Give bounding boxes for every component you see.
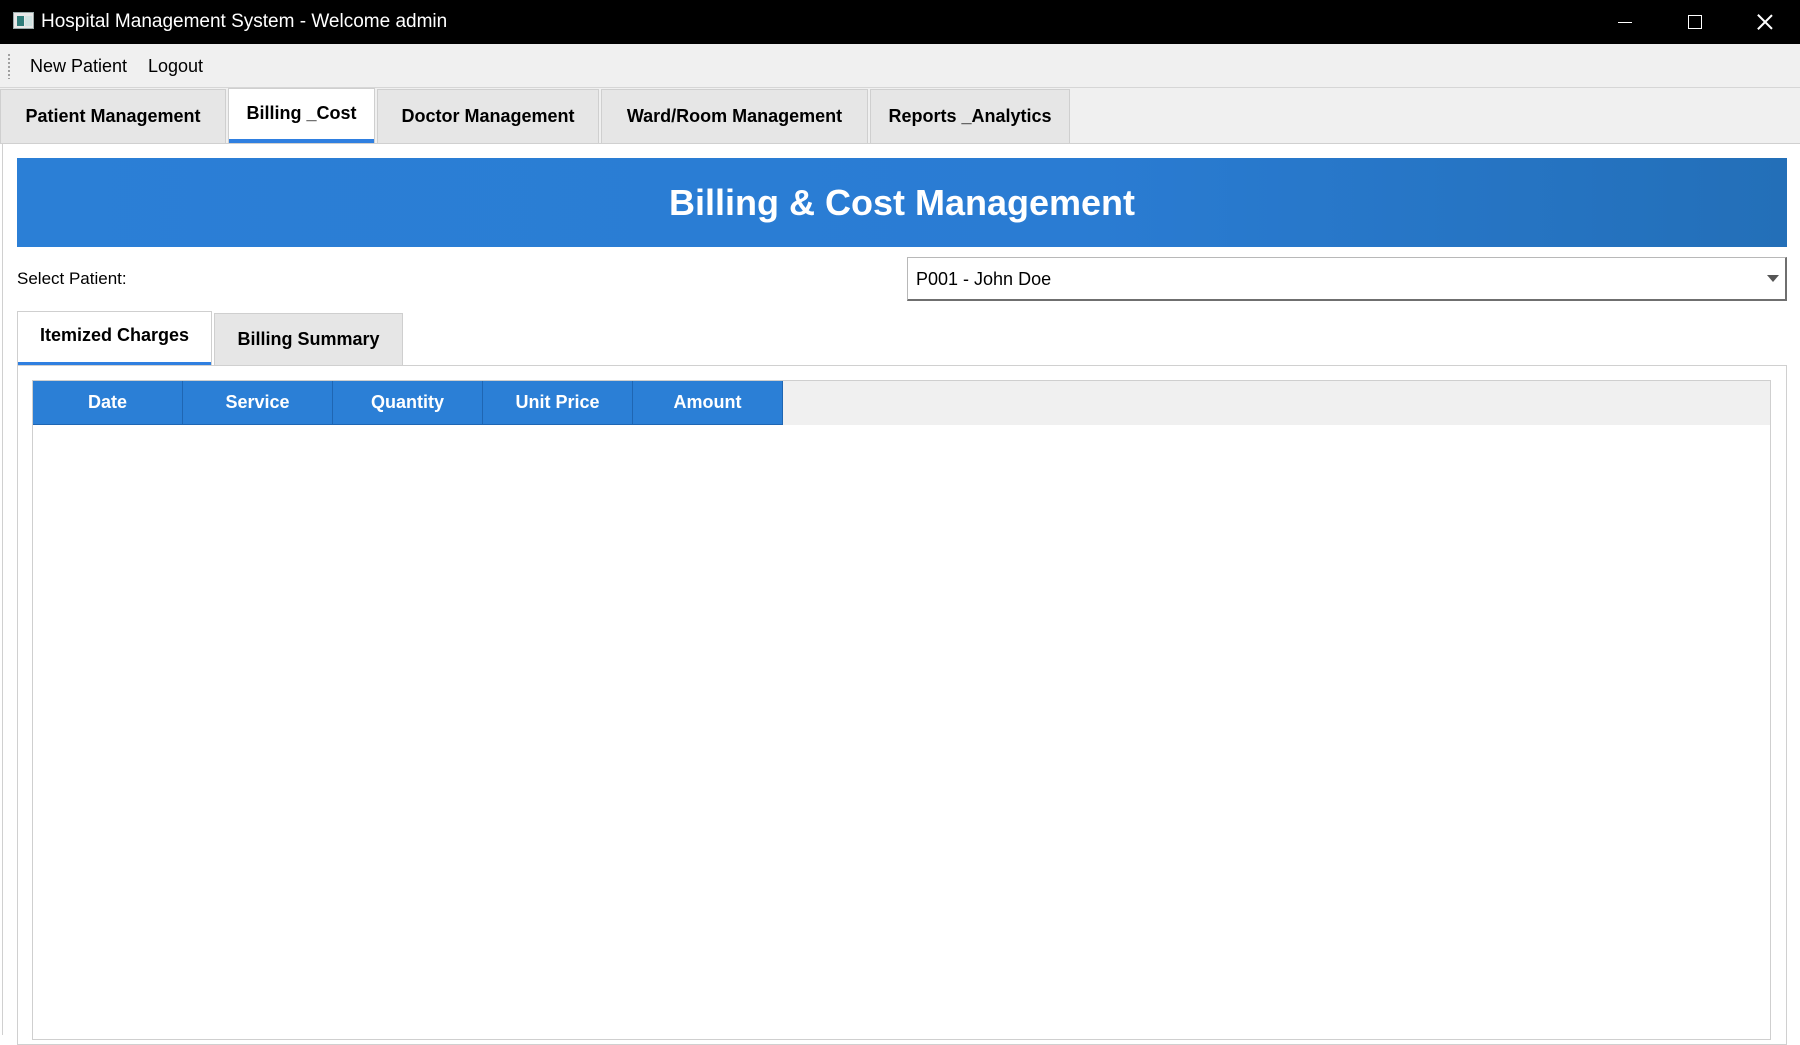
toolbar-grip-icon[interactable] <box>7 53 11 79</box>
menu-bar: New Patient Logout <box>0 44 1800 88</box>
billing-tab-content: Billing & Cost Management Select Patient… <box>2 144 1798 1045</box>
tab-label: Billing Summary <box>237 329 380 349</box>
tab-reports-analytics[interactable]: Reports _Analytics <box>870 89 1070 143</box>
patient-select-value: P001 - John Doe <box>916 269 1052 289</box>
column-header-unit-price[interactable]: Unit Price <box>483 381 633 425</box>
patient-select-dropdown[interactable]: P001 - John Doe <box>907 257 1787 301</box>
tab-patient-management[interactable]: Patient Management <box>0 89 226 143</box>
tab-ward-room-management[interactable]: Ward/Room Management <box>601 89 868 143</box>
maximize-button[interactable] <box>1660 0 1730 44</box>
column-header-amount[interactable]: Amount <box>633 381 783 425</box>
close-icon <box>1757 14 1773 30</box>
column-header-date[interactable]: Date <box>33 381 183 425</box>
close-button[interactable] <box>1730 0 1800 44</box>
title-bar: Hospital Management System - Welcome adm… <box>0 0 1800 44</box>
tab-doctor-management[interactable]: Doctor Management <box>377 89 599 143</box>
tab-label: Patient Management <box>25 106 201 126</box>
itemized-charges-panel: Date Service Quantity Unit Price Amount <box>17 365 1787 1045</box>
tab-label: Itemized Charges <box>39 325 190 345</box>
column-header-quantity[interactable]: Quantity <box>333 381 483 425</box>
chevron-down-icon[interactable] <box>1767 275 1779 282</box>
tab-label: Ward/Room Management <box>626 106 843 126</box>
page-title: Billing & Cost Management <box>668 181 1136 223</box>
column-header-service[interactable]: Service <box>183 381 333 425</box>
maximize-icon <box>1688 15 1702 29</box>
window-title: Hospital Management System - Welcome adm… <box>41 11 448 32</box>
app-window-icon <box>13 12 34 29</box>
tab-itemized-charges[interactable]: Itemized Charges <box>17 311 212 365</box>
select-patient-label: Select Patient: <box>17 269 127 288</box>
menu-logout[interactable]: Logout <box>148 56 203 77</box>
tab-billing-summary[interactable]: Billing Summary <box>214 313 403 365</box>
minimize-button[interactable] <box>1590 0 1660 44</box>
tab-label: Billing _Cost <box>246 102 357 123</box>
menu-new-patient[interactable]: New Patient <box>30 56 127 77</box>
tab-label: Doctor Management <box>401 106 575 126</box>
main-tab-strip: Patient Management Billing _Cost Doctor … <box>0 88 1800 144</box>
tab-label: Reports _Analytics <box>888 106 1052 126</box>
minimize-icon <box>1618 21 1632 23</box>
charges-table[interactable]: Date Service Quantity Unit Price Amount <box>32 380 1771 1040</box>
tab-billing-cost[interactable]: Billing _Cost <box>228 88 375 143</box>
table-header-row: Date Service Quantity Unit Price Amount <box>33 381 1770 425</box>
page-header-banner: Billing & Cost Management <box>17 158 1787 247</box>
